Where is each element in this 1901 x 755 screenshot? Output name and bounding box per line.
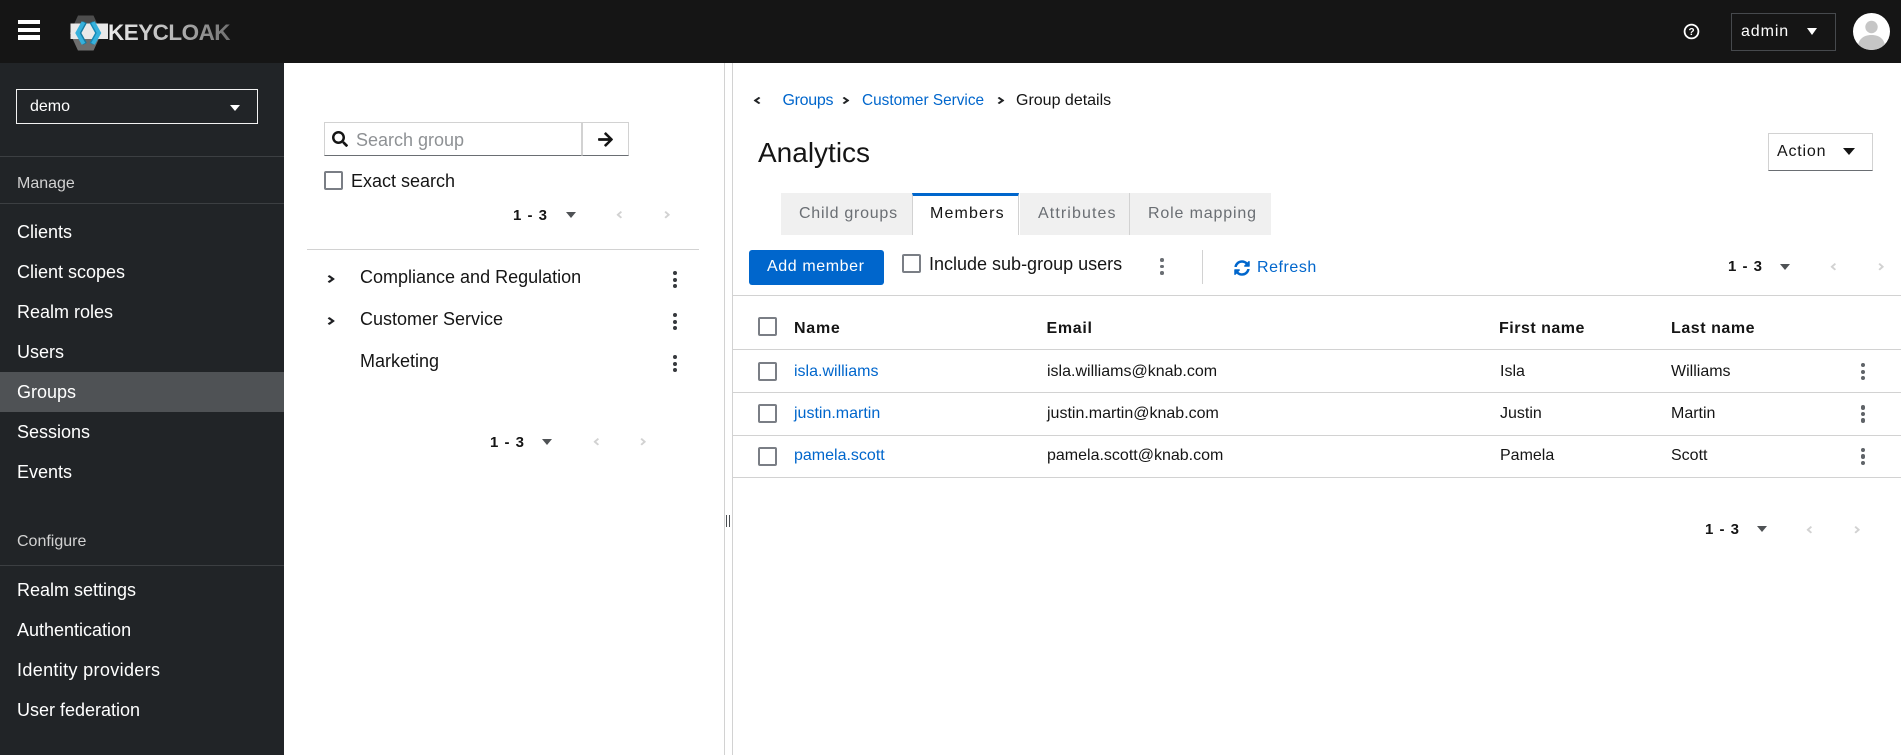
svg-text:KEYCLOAK: KEYCLOAK xyxy=(108,20,231,45)
svg-text:?: ? xyxy=(1688,27,1694,38)
